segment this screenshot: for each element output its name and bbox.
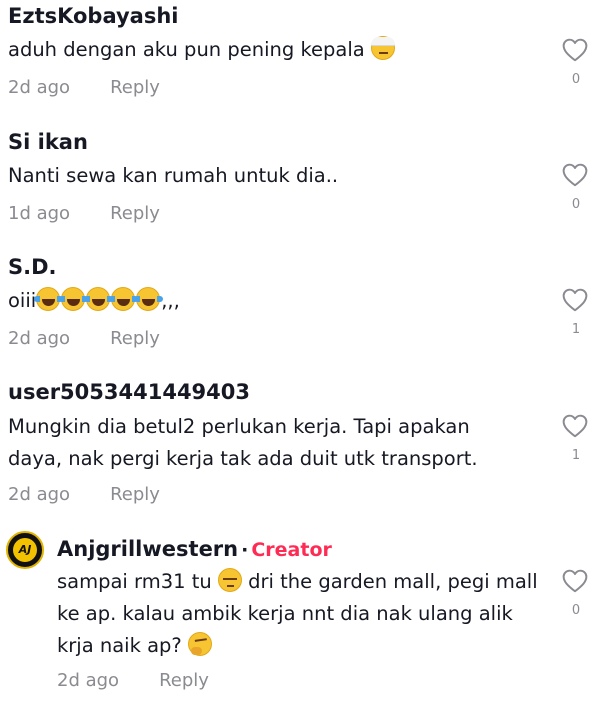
comment-username[interactable]: EztsKobayashi bbox=[8, 4, 179, 28]
comment-text-line: daya, nak pergi kerja tak ada duit utk t… bbox=[8, 447, 478, 470]
creator-badge: Creator bbox=[251, 539, 332, 561]
comment-username[interactable]: Si ikan bbox=[8, 130, 88, 154]
comment-text: aduh dengan aku pun pening kepala bbox=[8, 36, 395, 63]
reply-button[interactable]: Reply bbox=[159, 670, 209, 691]
like-count: 0 bbox=[571, 197, 581, 212]
comment-text: Nanti sewa kan rumah untuk dia.. bbox=[8, 164, 339, 187]
heart-outline-icon[interactable] bbox=[562, 288, 588, 312]
comment-text: oiii,,, bbox=[8, 287, 180, 312]
reply-text-line: krja naik ap? bbox=[57, 632, 212, 659]
comment-timestamp: 2d ago bbox=[8, 77, 71, 98]
pensive-face-emoji bbox=[217, 568, 242, 592]
reply-header: Anjgrillwestern · Creator bbox=[57, 537, 332, 561]
heart-outline-icon[interactable] bbox=[562, 163, 588, 187]
comment-meta: 2d ago Reply bbox=[8, 77, 160, 98]
face-with-tears-of-joy-emoji bbox=[109, 287, 139, 311]
reply-button[interactable]: Reply bbox=[110, 203, 160, 224]
face-with-head-bandage-emoji bbox=[370, 36, 395, 60]
face-with-tears-of-joy-emoji bbox=[84, 287, 114, 311]
reply-button[interactable]: Reply bbox=[110, 328, 160, 349]
comment-timestamp: 2d ago bbox=[8, 484, 71, 505]
comment-timestamp: 1d ago bbox=[8, 203, 71, 224]
heart-outline-icon[interactable] bbox=[562, 38, 588, 62]
comment-meta: 2d ago Reply bbox=[8, 484, 160, 505]
reply-text-line: ke ap. kalau ambik kerja nnt dia nak ula… bbox=[57, 602, 513, 625]
separator-dot: · bbox=[241, 539, 249, 561]
comment-meta: 1d ago Reply bbox=[8, 203, 160, 224]
reply-meta: 2d ago Reply bbox=[57, 670, 209, 691]
heart-outline-icon[interactable] bbox=[562, 569, 588, 593]
comment-timestamp: 2d ago bbox=[8, 328, 71, 349]
like-count: 1 bbox=[571, 448, 581, 463]
reply-timestamp: 2d ago bbox=[57, 670, 120, 691]
comment-meta: 2d ago Reply bbox=[8, 328, 160, 349]
reply-username[interactable]: Anjgrillwestern bbox=[57, 537, 238, 561]
like-count: 1 bbox=[571, 322, 581, 337]
avatar-logo: AJ bbox=[13, 538, 37, 562]
reply-text-line: sampai rm31 tu dri the garden mall, pegi… bbox=[57, 568, 538, 593]
like-count: 0 bbox=[571, 603, 581, 618]
reply-button[interactable]: Reply bbox=[110, 484, 160, 505]
thinking-face-emoji bbox=[187, 632, 212, 656]
comment-username[interactable]: user5053441449403 bbox=[8, 380, 250, 404]
like-count: 0 bbox=[571, 72, 581, 87]
comment-username[interactable]: S.D. bbox=[8, 255, 57, 279]
reply-button[interactable]: Reply bbox=[110, 77, 160, 98]
comment-text-line: Mungkin dia betul2 perlukan kerja. Tapi … bbox=[8, 415, 470, 438]
avatar[interactable]: AJ bbox=[6, 531, 44, 569]
face-with-tears-of-joy-emoji bbox=[134, 287, 164, 311]
face-with-tears-of-joy-emoji bbox=[34, 287, 64, 311]
heart-outline-icon[interactable] bbox=[562, 414, 588, 438]
face-with-tears-of-joy-emoji bbox=[59, 287, 89, 311]
